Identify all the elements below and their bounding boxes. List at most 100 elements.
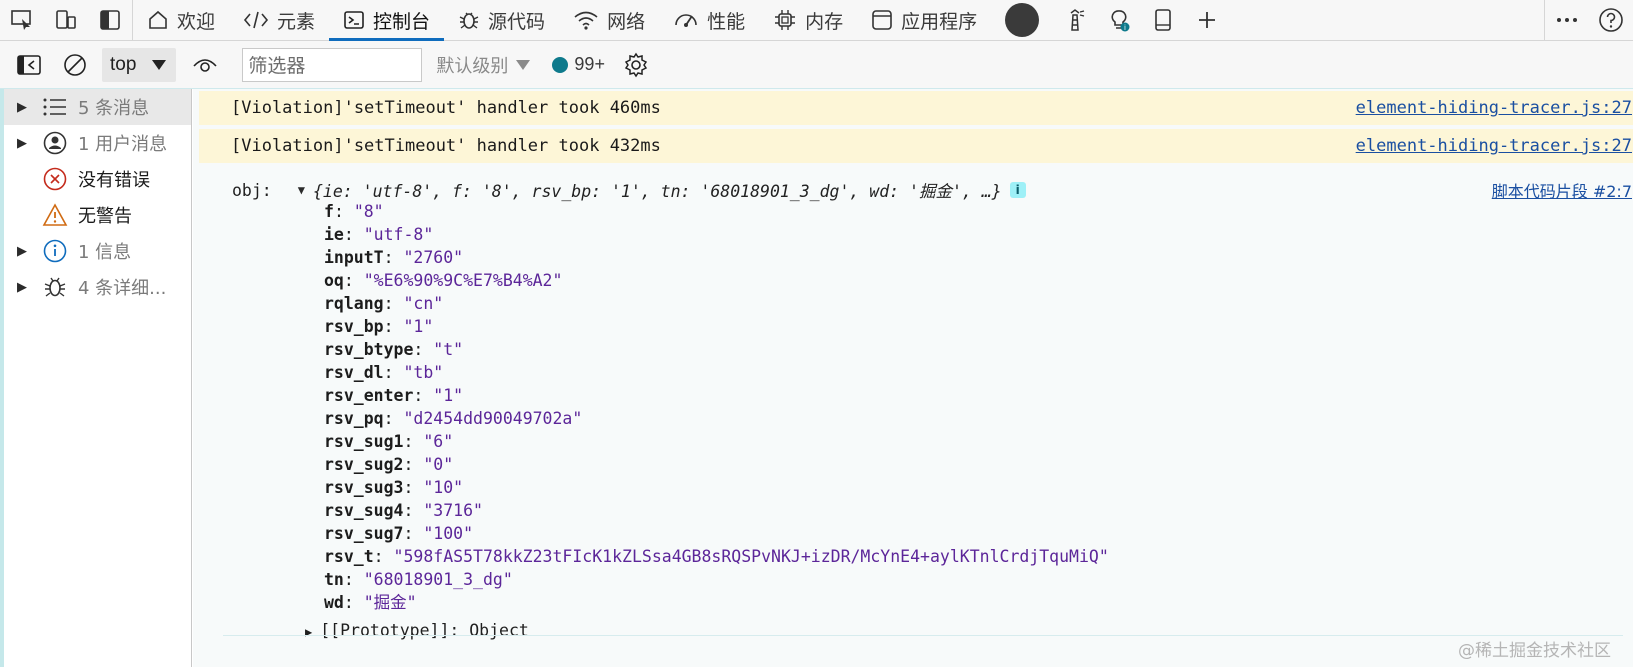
expand-arrow-icon[interactable]: ▶ xyxy=(305,625,312,639)
object-property-row: rsv_sug4: "3716" xyxy=(324,501,483,520)
extension-icon[interactable] xyxy=(1005,3,1040,37)
clear-console-icon[interactable] xyxy=(52,42,98,88)
warning-message: [Violation]'setTimeout' handler took 460… xyxy=(231,98,661,118)
inspect-element-icon[interactable] xyxy=(0,0,44,40)
property-value: "t" xyxy=(433,340,464,359)
devtools-tabbar: 欢迎 元素 控制台 源代码 网络 性能 内存 应用程序 i xyxy=(0,0,1633,41)
source-link[interactable]: 脚本代码片段 #2:7 xyxy=(1492,178,1632,202)
source-link[interactable]: element-hiding-tracer.js:27 xyxy=(1356,98,1632,118)
sidebar-item-label: 4 条详细... xyxy=(78,278,167,299)
tab-label: 源代码 xyxy=(488,10,546,33)
expand-arrow-icon[interactable]: ▶ xyxy=(4,136,40,151)
dock-side-icon[interactable] xyxy=(88,0,132,40)
add-tab-icon[interactable] xyxy=(1185,0,1229,40)
tab-application[interactable]: 应用程序 xyxy=(857,0,991,40)
object-property-row: rsv_enter: "1" xyxy=(324,386,464,405)
help-icon[interactable] xyxy=(1589,0,1633,40)
issues-counter[interactable]: 99+ xyxy=(552,54,605,75)
property-value: "8" xyxy=(353,202,384,221)
object-property-row: tn: "68018901_3_dg" xyxy=(324,570,513,589)
tab-network[interactable]: 网络 xyxy=(559,0,659,40)
property-key: rsv_pq xyxy=(324,409,384,428)
book-icon[interactable] xyxy=(1141,0,1185,40)
settings-gear-icon[interactable] xyxy=(613,42,659,88)
tab-performance[interactable]: 性能 xyxy=(659,0,759,40)
expand-arrow-icon[interactable]: ▶ xyxy=(4,244,40,259)
info-icon xyxy=(40,239,70,263)
property-key: oq xyxy=(324,271,344,290)
tab-label: 网络 xyxy=(607,10,646,33)
sidebar-item-warnings[interactable]: ▶ 无警告 xyxy=(4,197,191,233)
code-icon xyxy=(243,9,269,31)
object-preview: {ie: 'utf-8', f: '8', rsv_bp: '1', tn: '… xyxy=(312,182,1002,201)
lighthouse-icon[interactable] xyxy=(1053,0,1097,40)
sidebar-item-errors[interactable]: ▶ 没有错误 xyxy=(4,161,191,197)
expand-arrow-icon[interactable]: ▶ xyxy=(4,100,40,115)
live-expression-icon[interactable] xyxy=(182,42,228,88)
bug-icon xyxy=(458,9,480,31)
object-property-row: rsv_dl: "tb" xyxy=(324,363,444,382)
property-key: ie xyxy=(324,225,344,244)
app-window-icon xyxy=(871,9,893,31)
sidebar-item-messages[interactable]: ▶ 5 条消息 xyxy=(4,89,191,125)
bug-icon xyxy=(40,275,70,299)
context-selector[interactable]: top xyxy=(102,47,177,82)
tab-label: 应用程序 xyxy=(901,10,978,33)
property-key: rsv_t xyxy=(324,547,374,566)
tab-sources[interactable]: 源代码 xyxy=(444,0,559,40)
user-icon xyxy=(40,131,70,155)
info-icon[interactable]: i xyxy=(1009,182,1026,198)
object-property-row: ie: "utf-8" xyxy=(324,225,434,244)
object-property-row: rsv_bp: "1" xyxy=(324,317,434,336)
property-key: rsv_dl xyxy=(324,363,384,382)
prototype-row[interactable]: ▶ [[Prototype]]: Object xyxy=(305,619,529,642)
object-property-row: rqlang: "cn" xyxy=(324,294,444,313)
property-value: "100" xyxy=(423,524,474,543)
caret-down-icon xyxy=(516,54,531,75)
prototype-value: Object xyxy=(469,621,529,640)
object-property-row: wd: "掘金" xyxy=(324,593,417,612)
tab-memory[interactable]: 内存 xyxy=(759,0,857,40)
tab-label: 性能 xyxy=(707,10,746,33)
issues-count: 99+ xyxy=(574,54,605,74)
object-header[interactable]: obj: ▼ {ie: 'utf-8', f: '8', rsv_bp: '1'… xyxy=(232,178,1026,202)
sidebar-item-verbose[interactable]: ▶ 4 条详细... xyxy=(4,269,191,305)
source-link[interactable]: element-hiding-tracer.js:27 xyxy=(1356,136,1632,156)
expand-arrow-icon[interactable]: ▼ xyxy=(298,183,305,197)
object-property-row: rsv_sug3: "10" xyxy=(324,478,464,497)
console-sidebar: ▶ 5 条消息 ▶ 1 用户消息 ▶ 没有错误 ▶ 无警告 ▶ 1 信息 ▶ 4… xyxy=(0,89,192,667)
console-toolbar: top 筛选器 默认级别 99+ xyxy=(0,41,1633,89)
property-key: rsv_bp xyxy=(324,317,384,336)
device-emulation-icon[interactable] xyxy=(44,0,88,40)
filter-input[interactable]: 筛选器 xyxy=(242,47,423,82)
console-output: [Violation]'setTimeout' handler took 460… xyxy=(193,89,1633,667)
expand-arrow-icon[interactable]: ▶ xyxy=(4,280,40,295)
sidebar-item-info[interactable]: ▶ 1 信息 xyxy=(4,233,191,269)
svg-text:i: i xyxy=(1124,24,1126,32)
property-value: "598fAS5T78kkZ23tFIcK1kZLSsa4GB8sRQSPvNK… xyxy=(393,547,1109,566)
sidebar-item-label: 5 条消息 xyxy=(78,98,150,119)
error-icon xyxy=(40,167,70,191)
tab-console[interactable]: 控制台 xyxy=(329,0,445,41)
property-value: "掘金" xyxy=(363,593,417,612)
tab-welcome[interactable]: 欢迎 xyxy=(133,0,229,40)
more-options-icon[interactable] xyxy=(1545,0,1589,40)
object-property-row: rsv_pq: "d2454dd90049702a" xyxy=(324,409,583,428)
sidebar-item-user-messages[interactable]: ▶ 1 用户消息 xyxy=(4,125,191,161)
lightbulb-icon[interactable]: i xyxy=(1097,0,1141,40)
toggle-sidebar-icon[interactable] xyxy=(6,42,52,88)
tab-elements[interactable]: 元素 xyxy=(229,0,329,40)
property-key: rsv_sug3 xyxy=(324,478,404,497)
tab-label: 控制台 xyxy=(373,10,431,33)
property-value: "utf-8" xyxy=(363,225,434,244)
object-label: obj: xyxy=(232,180,272,200)
property-key: tn xyxy=(324,570,344,589)
property-key: rsv_sug7 xyxy=(324,524,404,543)
context-value: top xyxy=(110,53,137,75)
log-level-dropdown[interactable]: 默认级别 xyxy=(436,52,531,78)
chip-icon xyxy=(773,8,797,32)
property-value: "3716" xyxy=(423,501,483,520)
property-key: f xyxy=(324,202,334,221)
property-key: rsv_sug1 xyxy=(324,432,404,451)
console-warning-row: [Violation]'setTimeout' handler took 460… xyxy=(199,91,1633,125)
